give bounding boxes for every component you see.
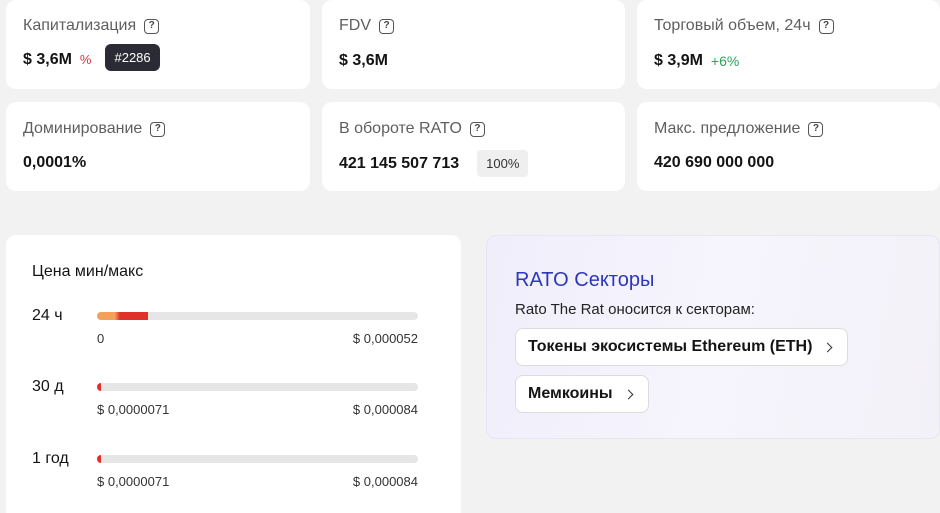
price-range-title: Цена мин/макс — [32, 263, 144, 280]
max-supply-label-wrap: Макс. предложение ? — [654, 120, 824, 138]
market-cap-value: $ 3,6M — [23, 50, 72, 68]
question-mark-icon[interactable]: ? — [808, 121, 824, 137]
chevron-right-icon — [623, 389, 634, 399]
price-low: 0 — [97, 331, 105, 346]
question-mark-icon[interactable]: ? — [818, 18, 834, 34]
max-supply-value-wrap: 420 690 000 000 — [654, 154, 774, 172]
market-cap-label: Капитализация — [23, 17, 137, 34]
volume-label: Торговый объем, 24ч — [654, 17, 811, 34]
question-mark-icon[interactable]: ? — [150, 121, 166, 137]
dominance-card: Доминирование ? 0,0001% — [6, 102, 310, 191]
circulating-percent-badge: 100% — [477, 150, 529, 177]
question-mark-icon[interactable]: ? — [379, 18, 394, 34]
sector-chip-ethereum[interactable]: Токены экосистемы Ethereum (ETH) — [515, 328, 849, 366]
max-supply-value: 420 690 000 000 — [654, 154, 775, 171]
market-cap-label-wrap: Капитализация ? — [23, 17, 160, 35]
fdv-card: FDV ? $ 3,6M — [322, 0, 625, 89]
rank-badge: #2286 — [105, 44, 160, 71]
price-range-track — [97, 455, 418, 463]
volume-change: +6% — [710, 53, 740, 69]
question-mark-icon[interactable]: ? — [144, 18, 160, 34]
dominance-label: Доминирование — [23, 120, 143, 137]
volume-value-wrap: $ 3,9M +6% — [654, 52, 739, 70]
fdv-label-wrap: FDV ? — [339, 17, 394, 35]
sector-chip-label: Токены экосистемы Ethereum (ETH) — [528, 338, 813, 355]
price-range-fill — [97, 383, 101, 391]
circulating-label: В обороте RATO — [339, 120, 462, 137]
chevron-right-icon — [822, 342, 833, 352]
fdv-label: FDV — [339, 17, 371, 34]
max-supply-label: Макс. предложение — [654, 120, 801, 137]
fdv-value: $ 3,6M — [339, 52, 388, 69]
price-range-track — [97, 383, 418, 391]
dominance-label-wrap: Доминирование ? — [23, 120, 166, 138]
price-high: $ 0,000084 — [352, 474, 418, 489]
period-label: 30 д — [32, 378, 64, 395]
price-low: $ 0,0000071 — [97, 402, 170, 417]
price-range-track — [97, 312, 418, 320]
circulating-value: 421 145 507 713 — [339, 154, 460, 172]
price-range-fill — [97, 312, 148, 320]
sectors-description: Rato The Rat оносится к секторам: — [515, 301, 755, 318]
sectors-card: RATO Секторы Rato The Rat оносится к сек… — [486, 235, 940, 439]
period-label: 24 ч — [32, 307, 63, 324]
sector-chip-label: Мемкоины — [528, 385, 613, 402]
market-cap-card: Капитализация ? $ 3,6M % #2286 — [6, 0, 310, 89]
max-supply-card: Макс. предложение ? 420 690 000 000 — [637, 102, 940, 191]
market-cap-value-wrap: $ 3,6M % #2286 — [23, 44, 160, 71]
volume-value: $ 3,9M — [654, 52, 703, 69]
price-low: $ 0,0000071 — [97, 474, 170, 489]
sector-chip-memecoins[interactable]: Мемкоины — [515, 375, 649, 413]
volume-label-wrap: Торговый объем, 24ч ? — [654, 17, 834, 35]
price-range-card: Цена мин/макс 24 ч 0 $ 0,000052 30 д $ 0… — [6, 235, 461, 513]
question-mark-icon[interactable]: ? — [469, 121, 485, 137]
circulating-value-wrap: 421 145 507 713 100% — [339, 150, 529, 177]
price-range-fill — [97, 455, 101, 463]
period-label: 1 год — [32, 450, 69, 467]
dominance-value: 0,0001% — [23, 154, 87, 171]
market-cap-change: % — [79, 52, 92, 67]
circulating-label-wrap: В обороте RATO ? — [339, 120, 485, 138]
circulating-card: В обороте RATO ? 421 145 507 713 100% — [322, 102, 625, 191]
dominance-value-wrap: 0,0001% — [23, 154, 86, 172]
fdv-value-wrap: $ 3,6M — [339, 52, 388, 70]
price-high: $ 0,000052 — [352, 331, 418, 346]
volume-card: Торговый объем, 24ч ? $ 3,9M +6% — [637, 0, 940, 89]
price-high: $ 0,000084 — [352, 402, 418, 417]
sectors-title: RATO Секторы — [515, 269, 655, 291]
